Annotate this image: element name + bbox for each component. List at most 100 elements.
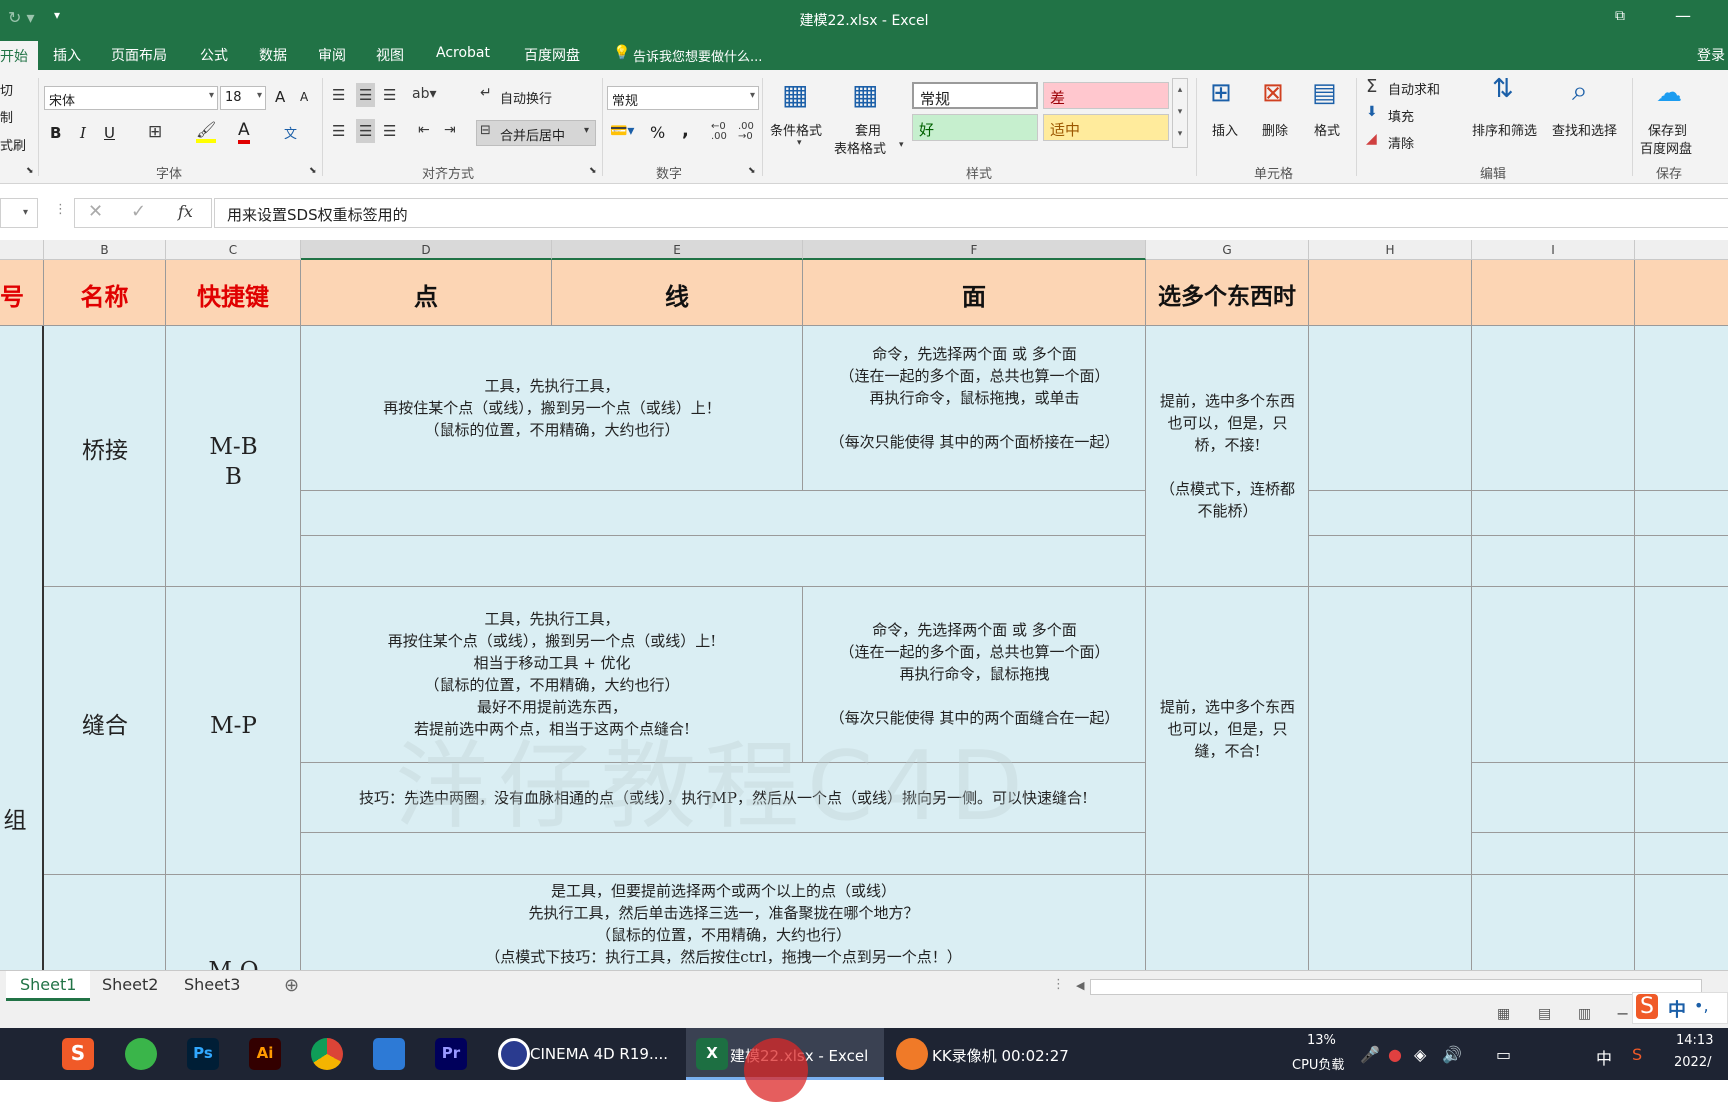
illustrator-icon[interactable]: Ai xyxy=(249,1038,281,1070)
clock-time[interactable]: 14:13 xyxy=(1676,1033,1713,1048)
login-link[interactable]: 登录 xyxy=(1697,45,1725,65)
cell-j[interactable] xyxy=(1635,763,1728,833)
tell-me-box[interactable]: 告诉我您想要做什么... xyxy=(633,46,762,65)
header-point[interactable]: 点 xyxy=(301,260,552,326)
header-shortcut[interactable]: 快捷键 xyxy=(166,260,301,326)
photoshop-icon[interactable]: Ps xyxy=(187,1038,219,1070)
taskbar-ime[interactable]: 中 xyxy=(1596,1045,1612,1069)
cell-i[interactable] xyxy=(1472,587,1635,763)
page-layout-view-icon[interactable]: ▤ xyxy=(1538,1006,1551,1022)
align-right-icon[interactable]: ☰ xyxy=(383,122,396,140)
volume-icon[interactable]: 🔊 xyxy=(1442,1045,1462,1064)
dialog-launcher-icon[interactable]: ⬊ xyxy=(26,166,34,176)
italic-button[interactable]: I xyxy=(80,124,86,142)
style-good[interactable]: 好 xyxy=(912,114,1038,141)
header-multi[interactable]: 选多个东西时 xyxy=(1146,260,1309,326)
split-handle-icon[interactable]: ⋮ xyxy=(1052,977,1065,992)
header-j[interactable] xyxy=(1635,260,1728,326)
column-header-b[interactable]: B xyxy=(44,240,166,260)
more-icon[interactable]: ⋮ xyxy=(54,202,67,217)
file-manager-icon[interactable] xyxy=(373,1038,405,1070)
phonetic-button[interactable]: 文 xyxy=(284,123,297,142)
cell-j[interactable] xyxy=(1635,875,1728,976)
name-box[interactable]: ▾ xyxy=(0,198,38,228)
align-middle-icon[interactable]: ☰ xyxy=(356,83,376,107)
style-bad[interactable]: 差 xyxy=(1043,82,1169,109)
font-name-combo[interactable]: 宋体 ▾ xyxy=(44,86,218,110)
sogou-icon[interactable]: S xyxy=(1636,994,1658,1019)
sogou-app-icon[interactable]: S xyxy=(62,1038,94,1070)
header-face[interactable]: 面 xyxy=(803,260,1146,326)
sort-filter-button[interactable]: 排序和筛选 xyxy=(1472,120,1537,139)
cell-h[interactable] xyxy=(1309,491,1472,536)
save-baidu-line2[interactable]: 百度网盘 xyxy=(1640,138,1692,157)
group-cell[interactable] xyxy=(0,326,44,976)
bold-button[interactable]: B xyxy=(50,124,61,142)
cut-button[interactable]: 切 xyxy=(0,80,13,99)
zoom-out-icon[interactable]: − xyxy=(1616,1004,1629,1023)
align-center-icon[interactable]: ☰ xyxy=(356,119,376,143)
lightbulb-icon[interactable]: 💡 xyxy=(613,45,630,61)
table-format-button-line1[interactable]: 套用 xyxy=(855,120,881,139)
copy-button[interactable]: 制 xyxy=(0,107,13,126)
shield-icon[interactable]: ◈ xyxy=(1414,1045,1426,1064)
percent-button[interactable]: % xyxy=(650,123,665,142)
column-header[interactable] xyxy=(0,240,44,260)
cell-j[interactable] xyxy=(1635,326,1728,491)
border-icon[interactable]: ⊞ xyxy=(148,122,162,142)
sheet-tab-sheet2[interactable]: Sheet2 xyxy=(102,975,158,994)
chevron-down-icon[interactable]: ▾ xyxy=(584,125,589,136)
formula-input[interactable]: 用来设置SDS权重标签用的 xyxy=(214,198,1728,228)
insert-function-icon[interactable]: fx xyxy=(178,202,193,221)
grow-font-button[interactable]: A xyxy=(275,88,285,106)
insert-cells-button[interactable]: 插入 xyxy=(1212,120,1238,139)
header-name[interactable]: 名称 xyxy=(44,260,166,326)
premiere-icon[interactable]: Pr xyxy=(435,1038,467,1070)
browser-icon[interactable] xyxy=(125,1038,157,1070)
font-color-button[interactable]: A xyxy=(238,120,250,144)
cell-h[interactable] xyxy=(1309,875,1472,976)
orientation-icon[interactable]: ab▾ xyxy=(412,86,437,102)
number-format-combo[interactable]: 常规 ▾ xyxy=(607,86,759,110)
format-painter-button[interactable]: 式刷 xyxy=(0,135,26,154)
bridge-extra-cell[interactable] xyxy=(301,491,1146,536)
comma-button[interactable]: , xyxy=(682,120,689,141)
delete-cells-button[interactable]: 删除 xyxy=(1262,120,1288,139)
tab-review[interactable]: 审阅 xyxy=(318,45,346,65)
cancel-icon[interactable]: ✕ xyxy=(88,201,103,222)
clear-button[interactable]: 清除 xyxy=(1388,133,1414,152)
column-header-f[interactable]: F xyxy=(803,240,1146,260)
header-line[interactable]: 线 xyxy=(552,260,803,326)
column-header-e[interactable]: E xyxy=(552,240,803,260)
column-header-i[interactable]: I xyxy=(1472,240,1635,260)
add-sheet-icon[interactable]: ⊕ xyxy=(284,975,299,996)
shrink-font-button[interactable]: A xyxy=(300,90,308,104)
find-select-button[interactable]: 查找和选择 xyxy=(1552,120,1617,139)
punctuation-icon[interactable]: •, xyxy=(1694,996,1709,1015)
sheet-tab-sheet3[interactable]: Sheet3 xyxy=(184,975,240,994)
increase-indent-icon[interactable]: ⇥ xyxy=(444,122,456,138)
wrap-text-button[interactable]: 自动换行 xyxy=(500,88,552,107)
align-bottom-icon[interactable]: ☰ xyxy=(383,86,396,104)
font-size-combo[interactable]: 18 ▾ xyxy=(220,86,266,110)
bridge-extra-cell[interactable] xyxy=(301,536,1146,587)
enter-icon[interactable]: ✓ xyxy=(131,201,146,222)
worksheet-grid[interactable]: 号 名称 快捷键 点 线 面 选多个东西时 组 桥接 M-B B 工具，先执行工… xyxy=(0,260,1728,976)
clock-date[interactable]: 2022/ xyxy=(1674,1055,1711,1070)
cell-j[interactable] xyxy=(1635,536,1728,587)
autosum-button[interactable]: 自动求和 xyxy=(1388,79,1440,98)
cell-h[interactable] xyxy=(1309,587,1472,875)
normal-view-icon[interactable]: ▦ xyxy=(1497,1006,1510,1022)
cell-j[interactable] xyxy=(1635,833,1728,875)
tab-formulas[interactable]: 公式 xyxy=(200,45,228,65)
style-normal[interactable]: 常规 xyxy=(912,82,1038,109)
cell-g[interactable] xyxy=(1146,875,1309,976)
tab-home[interactable]: 开始 xyxy=(0,41,38,70)
tray-icon[interactable]: ● xyxy=(1388,1045,1402,1064)
decrease-indent-icon[interactable]: ⇤ xyxy=(418,122,430,138)
page-break-view-icon[interactable]: ▥ xyxy=(1578,1006,1591,1022)
fill-button[interactable]: 填充 xyxy=(1388,106,1414,125)
align-left-icon[interactable]: ☰ xyxy=(332,122,345,140)
table-format-button-line2[interactable]: 表格格式 xyxy=(834,138,886,157)
horizontal-scrollbar[interactable] xyxy=(1090,979,1702,995)
